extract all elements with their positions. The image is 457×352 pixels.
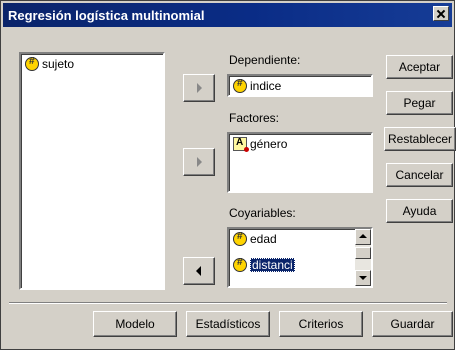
close-button[interactable] <box>433 6 449 21</box>
scale-variable-icon <box>233 78 247 93</box>
dependent-label: Dependiente: <box>229 53 301 67</box>
arrow-left-icon <box>196 266 201 276</box>
title-bar[interactable]: Regresión logística multinomial <box>3 3 452 27</box>
move-to-covariates-button[interactable] <box>183 257 215 285</box>
list-item[interactable]: género <box>233 136 287 152</box>
statistics-button[interactable]: Estadísticos <box>186 311 270 337</box>
source-variable-list[interactable]: sujeto <box>19 52 165 290</box>
save-button[interactable]: Guardar <box>372 311 453 337</box>
list-item[interactable]: sujeto <box>25 56 74 72</box>
scale-variable-icon <box>233 257 247 272</box>
criteria-button[interactable]: Criterios <box>279 311 363 337</box>
scale-variable-icon <box>25 56 39 71</box>
dependent-variable: indice <box>233 78 281 94</box>
accept-button[interactable]: Aceptar <box>386 55 453 79</box>
factors-list[interactable]: género <box>227 132 373 193</box>
move-to-factors-button[interactable] <box>183 148 215 176</box>
dependent-field[interactable]: indice <box>227 74 373 97</box>
scroll-up-icon[interactable] <box>355 229 371 245</box>
help-button[interactable]: Ayuda <box>386 199 453 223</box>
cancel-button[interactable]: Cancelar <box>386 163 453 187</box>
list-item[interactable]: edad <box>233 231 277 247</box>
scroll-thumb[interactable] <box>355 247 371 259</box>
list-item-selected[interactable]: distanci <box>233 257 295 273</box>
covariates-scrollbar[interactable] <box>355 229 371 286</box>
covariates-label: Coyariables: <box>229 206 296 220</box>
multinomial-logistic-regression-dialog: Regresión logística multinomial sujeto D… <box>0 0 456 350</box>
factors-label: Factores: <box>229 111 280 125</box>
reset-button[interactable]: Restablecer <box>384 127 456 151</box>
move-to-dependent-button[interactable] <box>183 74 215 102</box>
arrow-right-icon <box>197 83 202 93</box>
model-button[interactable]: Modelo <box>93 311 177 337</box>
scroll-down-icon[interactable] <box>355 270 371 286</box>
scale-variable-icon <box>233 231 247 246</box>
separator <box>9 302 447 304</box>
covariates-list[interactable]: edad distanci <box>227 227 373 288</box>
arrow-right-icon <box>197 157 202 167</box>
paste-button[interactable]: Pegar <box>386 91 453 115</box>
window-title: Regresión logística multinomial <box>8 8 205 23</box>
nominal-variable-icon <box>233 137 249 152</box>
